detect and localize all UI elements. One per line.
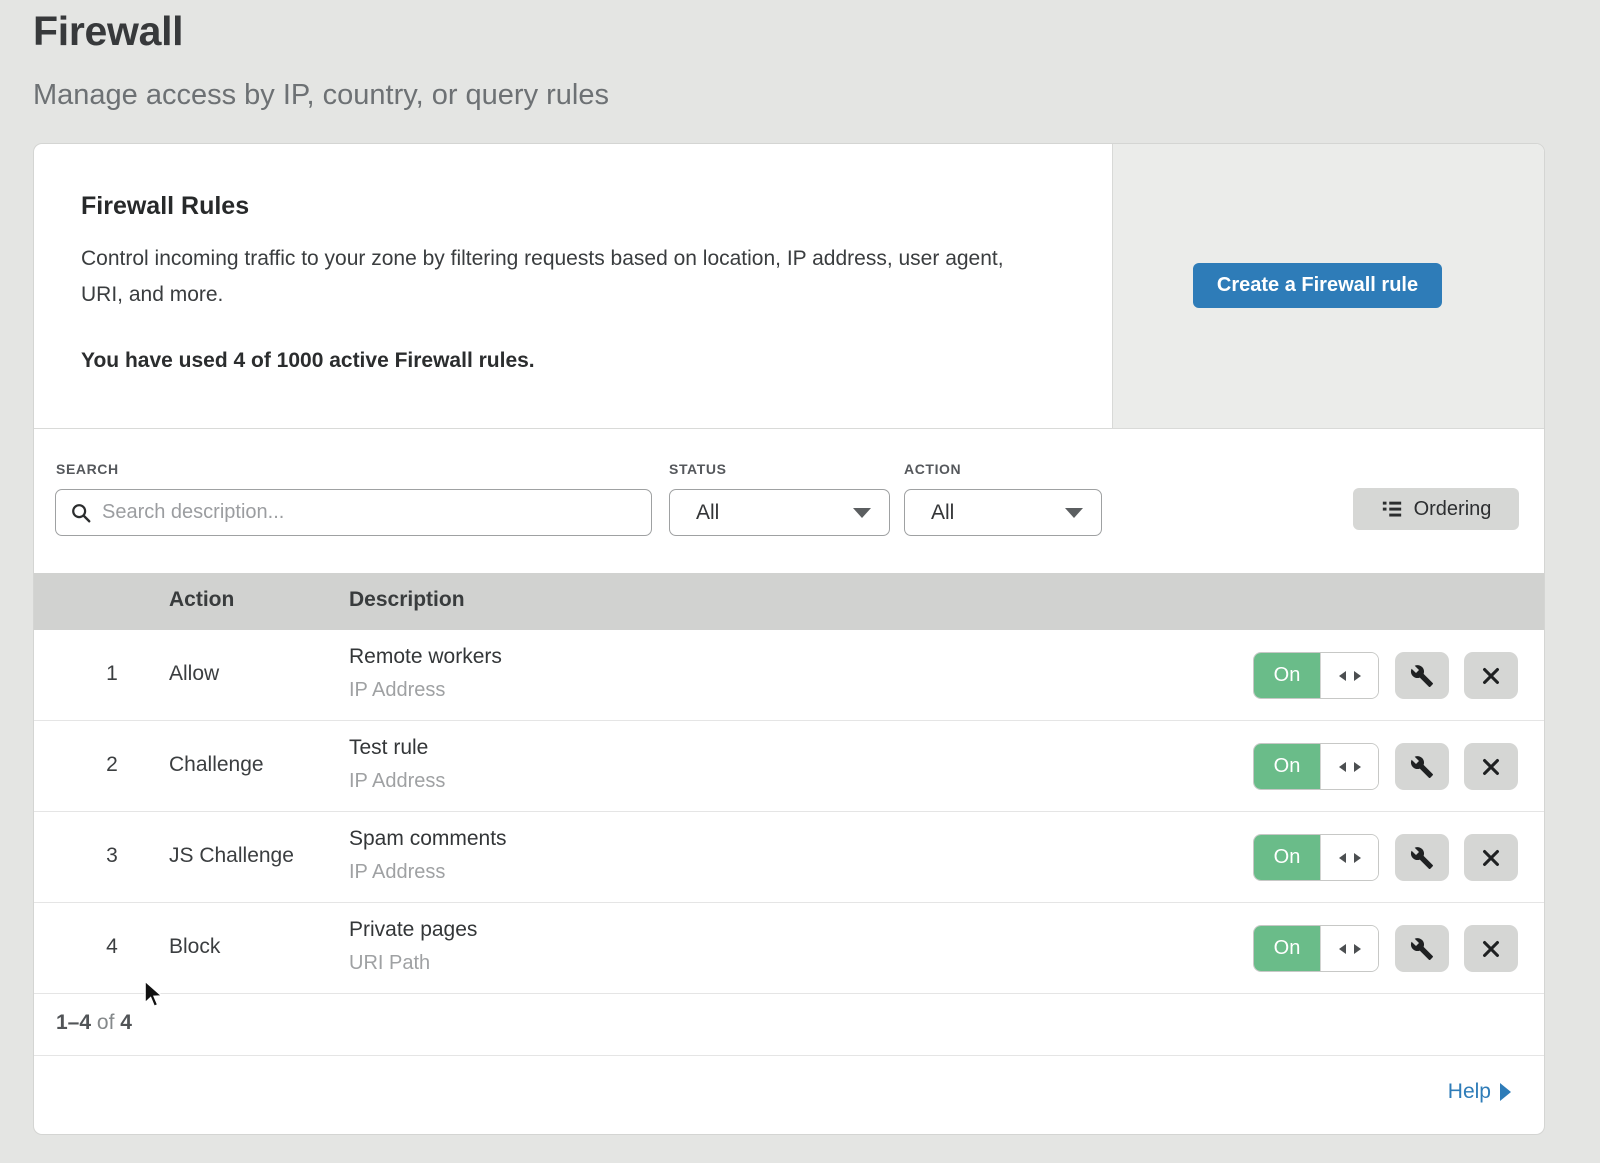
delete-rule-button[interactable] [1464,925,1518,972]
pagination-bar: 1–4 of 4 [34,994,1544,1056]
chevron-down-icon [853,508,871,518]
table-header: Action Description [34,573,1544,630]
firewall-rules-card: Firewall Rules Control incoming traffic … [33,143,1545,1135]
wrench-icon [1410,937,1434,961]
rule-action: JS Challenge [169,844,294,868]
toggle-on-label: On [1254,653,1320,698]
move-horizontal-icon[interactable] [1320,926,1378,971]
pagination-range: 1–4 [56,1011,91,1034]
rule-action: Challenge [169,753,264,777]
rule-action: Allow [169,662,219,686]
wrench-icon [1410,755,1434,779]
move-horizontal-icon[interactable] [1320,835,1378,880]
help-arrow-icon [1500,1083,1511,1101]
rule-description: Remote workers [349,645,502,669]
card-footer: Help [34,1056,1544,1135]
table-row: 1 Allow Remote workers IP Address On [34,630,1544,721]
toggle-on-label: On [1254,744,1320,789]
toggle-on-label: On [1254,835,1320,880]
rule-priority: 2 [90,753,134,777]
rule-description: Spam comments [349,827,507,851]
pagination-of: of [97,1011,115,1034]
pagination-text: 1–4 of 4 [56,1011,132,1035]
close-icon [1480,756,1502,778]
search-label: SEARCH [56,461,119,477]
usage-summary: You have used 4 of 1000 active Firewall … [81,349,535,373]
rule-description: Private pages [349,918,477,942]
section-description: Control incoming traffic to your zone by… [81,241,1031,313]
edit-rule-button[interactable] [1395,834,1449,881]
rule-priority: 4 [90,935,134,959]
close-icon [1480,847,1502,869]
status-select[interactable]: All [669,489,890,536]
ordered-list-icon [1381,498,1403,520]
status-select-value: All [696,501,719,525]
page-subtitle: Manage access by IP, country, or query r… [33,79,609,112]
action-label: ACTION [904,461,961,477]
delete-rule-button[interactable] [1464,834,1518,881]
rule-action: Block [169,935,220,959]
search-icon [70,502,92,524]
wrench-icon [1410,846,1434,870]
status-label: STATUS [669,461,727,477]
intro-section: Firewall Rules Control incoming traffic … [34,144,1544,429]
action-select-value: All [931,501,954,525]
firewall-page: Firewall Manage access by IP, country, o… [0,0,1600,1163]
delete-rule-button[interactable] [1464,652,1518,699]
rule-enabled-toggle[interactable]: On [1253,652,1379,699]
help-link-label: Help [1448,1080,1491,1104]
edit-rule-button[interactable] [1395,652,1449,699]
page-title: Firewall [33,8,183,55]
close-icon [1480,938,1502,960]
rule-match-type: IP Address [349,861,445,884]
rule-match-type: URI Path [349,952,430,975]
rule-enabled-toggle[interactable]: On [1253,743,1379,790]
rule-priority: 3 [90,844,134,868]
edit-rule-button[interactable] [1395,743,1449,790]
search-box[interactable] [55,489,652,536]
move-horizontal-icon[interactable] [1320,653,1378,698]
ordering-button[interactable]: Ordering [1353,488,1519,530]
ordering-button-label: Ordering [1414,498,1492,521]
rule-description: Test rule [349,736,428,760]
help-link[interactable]: Help [1448,1080,1511,1104]
search-input[interactable] [102,501,637,524]
table-row: 2 Challenge Test rule IP Address On [34,721,1544,812]
table-row: 4 Block Private pages URI Path On [34,903,1544,994]
rule-enabled-toggle[interactable]: On [1253,925,1379,972]
column-header-action: Action [169,588,234,612]
close-icon [1480,665,1502,687]
toggle-on-label: On [1254,926,1320,971]
delete-rule-button[interactable] [1464,743,1518,790]
edit-rule-button[interactable] [1395,925,1449,972]
move-horizontal-icon[interactable] [1320,744,1378,789]
table-row: 3 JS Challenge Spam comments IP Address … [34,812,1544,903]
wrench-icon [1410,664,1434,688]
pagination-total: 4 [120,1011,132,1034]
rule-match-type: IP Address [349,679,445,702]
rule-priority: 1 [90,662,134,686]
rule-enabled-toggle[interactable]: On [1253,834,1379,881]
column-header-description: Description [349,588,465,612]
rule-match-type: IP Address [349,770,445,793]
section-heading: Firewall Rules [81,192,249,221]
action-select[interactable]: All [904,489,1102,536]
chevron-down-icon [1065,508,1083,518]
create-firewall-rule-button[interactable]: Create a Firewall rule [1193,263,1442,308]
